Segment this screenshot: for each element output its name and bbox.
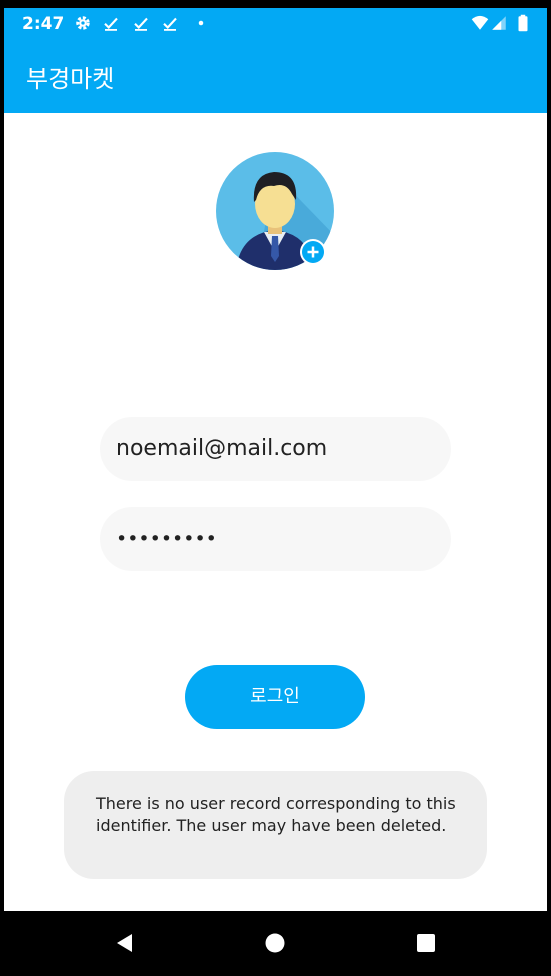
login-button[interactable]: 로그인 (185, 665, 365, 729)
settings-icon (76, 16, 90, 30)
login-screen: noemail@mail.com ••••••••• 로그인 There is … (4, 113, 547, 911)
dot-icon (198, 20, 204, 26)
app-bar: 부경마켓 (4, 40, 547, 113)
download-done-icon (163, 17, 177, 31)
download-done-icon (104, 17, 118, 31)
download-done-icon (134, 17, 148, 31)
back-icon[interactable] (112, 931, 136, 955)
password-field-value: ••••••••• (116, 528, 217, 550)
status-bar: 2:47 (4, 8, 547, 40)
recents-icon[interactable] (414, 931, 438, 955)
wifi-icon (471, 15, 489, 30)
home-icon[interactable] (263, 931, 287, 955)
navigation-bar (0, 911, 551, 976)
toast-message: There is no user record corresponding to… (96, 794, 456, 835)
status-time: 2:47 (22, 14, 65, 34)
battery-icon (518, 14, 528, 32)
signal-icon (492, 16, 506, 30)
email-field-value: noemail@mail.com (116, 436, 328, 461)
profile-avatar-button[interactable] (216, 152, 336, 272)
email-field[interactable]: noemail@mail.com (100, 417, 451, 481)
app-title: 부경마켓 (26, 65, 115, 93)
password-field[interactable]: ••••••••• (100, 507, 451, 571)
error-toast: There is no user record corresponding to… (64, 771, 487, 879)
